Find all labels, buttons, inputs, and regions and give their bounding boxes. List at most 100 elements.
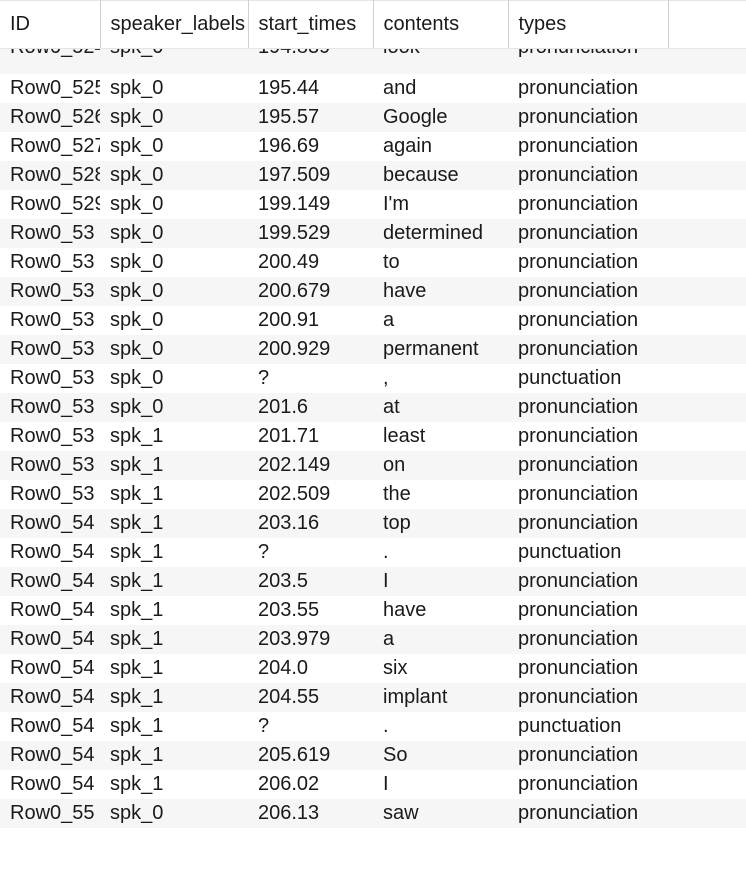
cell-id: Row0_53 (0, 219, 100, 248)
cell-types: pronunciation (508, 248, 668, 277)
cell-types: pronunciation (508, 132, 668, 161)
cell-start_times: 206.13 (248, 799, 373, 828)
table-header: ID speaker_labels start_times contents t… (0, 1, 746, 49)
cell-start_times: 203.55 (248, 596, 373, 625)
cell-types: punctuation (508, 364, 668, 393)
cell-id: Row0_53 (0, 393, 100, 422)
table-row[interactable]: Row0_54spk_1?.punctuation (0, 712, 746, 741)
table-row[interactable]: Row0_53spk_0?,punctuation (0, 364, 746, 393)
cell-start_times: 204.0 (248, 654, 373, 683)
cell-id: Row0_54 (0, 741, 100, 770)
cell-trailing (668, 451, 746, 480)
table-row[interactable]: Row0_55spk_0206.13sawpronunciation (0, 799, 746, 828)
table-row[interactable]: Row0_527spk_0196.69againpronunciation (0, 132, 746, 161)
table-row[interactable]: Row0_54spk_1203.979apronunciation (0, 625, 746, 654)
cell-start_times: 195.44 (248, 74, 373, 103)
cell-id: Row0_54 (0, 509, 100, 538)
table-row[interactable]: Row0_53spk_1202.149onpronunciation (0, 451, 746, 480)
cell-types: pronunciation (508, 161, 668, 190)
table-row[interactable]: Row0_54spk_1?.punctuation (0, 538, 746, 567)
cell-id: Row0_54 (0, 567, 100, 596)
cell-start_times: 203.979 (248, 625, 373, 654)
cell-contents: I (373, 770, 508, 799)
col-header-speaker-labels[interactable]: speaker_labels (100, 1, 248, 49)
table-row[interactable]: Row0_54spk_1206.02Ipronunciation (0, 770, 746, 799)
table-row[interactable]: Row0_53spk_0199.529determinedpronunciati… (0, 219, 746, 248)
cell-types: pronunciation (508, 277, 668, 306)
cell-contents: and (373, 74, 508, 103)
cell-speaker_labels: spk_1 (100, 451, 248, 480)
col-header-start-times[interactable]: start_times (248, 1, 373, 49)
cell-trailing (668, 712, 746, 741)
cell-start_times: 201.6 (248, 393, 373, 422)
cell-types: pronunciation (508, 393, 668, 422)
table-row[interactable]: Row0_53spk_0200.929permanentpronunciatio… (0, 335, 746, 364)
table-row[interactable]: Row0_53spk_0200.91apronunciation (0, 306, 746, 335)
cell-speaker_labels: spk_1 (100, 712, 248, 741)
col-header-types[interactable]: types (508, 1, 668, 49)
cell-trailing (668, 364, 746, 393)
table-row[interactable]: Row0_529spk_0199.149I'mpronunciation (0, 190, 746, 219)
cell-trailing (668, 277, 746, 306)
cell-contents: . (373, 712, 508, 741)
table-row[interactable]: Row0_525spk_0195.44andpronunciation (0, 74, 746, 103)
cell-start_times: ? (248, 364, 373, 393)
table-row[interactable]: Row0_54spk_1203.55havepronunciation (0, 596, 746, 625)
col-header-id[interactable]: ID (0, 1, 100, 49)
table-row[interactable]: Row0_53spk_0200.679havepronunciation (0, 277, 746, 306)
table-row[interactable]: Row0_528spk_0197.509becausepronunciation (0, 161, 746, 190)
table-row[interactable]: Row0_54spk_1203.5Ipronunciation (0, 567, 746, 596)
col-header-trailing[interactable] (668, 1, 746, 49)
cell-contents: I'm (373, 190, 508, 219)
cell-start_times: 206.02 (248, 770, 373, 799)
table-row[interactable]: Row0_53spk_0201.6atpronunciation (0, 393, 746, 422)
cell-types: pronunciation (508, 683, 668, 712)
cell-trailing (668, 741, 746, 770)
table-row[interactable]: Row0_54spk_1204.0sixpronunciation (0, 654, 746, 683)
table-row[interactable]: Row0_53spk_1202.509thepronunciation (0, 480, 746, 509)
table-row[interactable]: Row0_54spk_1203.16toppronunciation (0, 509, 746, 538)
cell-trailing (668, 480, 746, 509)
cell-speaker_labels: spk_1 (100, 596, 248, 625)
table-row[interactable]: Row0_53spk_0200.49topronunciation (0, 248, 746, 277)
cell-trailing (668, 683, 746, 712)
cell-speaker_labels: spk_0 (100, 103, 248, 132)
cell-start_times: 201.71 (248, 422, 373, 451)
cell-start_times: ? (248, 538, 373, 567)
cell-id: Row0_525 (0, 74, 100, 103)
cell-types: pronunciation (508, 306, 668, 335)
cell-start_times: 196.69 (248, 132, 373, 161)
table-row[interactable]: Row0_524spk_0194.839lookpronunciation (0, 49, 746, 75)
cell-types: pronunciation (508, 335, 668, 364)
cell-speaker_labels: spk_0 (100, 219, 248, 248)
data-table[interactable]: ID speaker_labels start_times contents t… (0, 0, 746, 828)
table-row[interactable]: Row0_54spk_1204.55implantpronunciation (0, 683, 746, 712)
cell-id: Row0_53 (0, 277, 100, 306)
cell-start_times: 194.839 (248, 49, 373, 75)
table-row[interactable]: Row0_54spk_1205.619Sopronunciation (0, 741, 746, 770)
cell-id: Row0_529 (0, 190, 100, 219)
cell-id: Row0_54 (0, 625, 100, 654)
cell-speaker_labels: spk_1 (100, 654, 248, 683)
cell-contents: at (373, 393, 508, 422)
cell-speaker_labels: spk_0 (100, 393, 248, 422)
cell-types: punctuation (508, 538, 668, 567)
cell-id: Row0_53 (0, 364, 100, 393)
cell-types: pronunciation (508, 422, 668, 451)
cell-contents: saw (373, 799, 508, 828)
cell-trailing (668, 49, 746, 75)
cell-types: pronunciation (508, 190, 668, 219)
cell-speaker_labels: spk_1 (100, 538, 248, 567)
cell-types: pronunciation (508, 770, 668, 799)
cell-id: Row0_53 (0, 451, 100, 480)
cell-start_times: 202.149 (248, 451, 373, 480)
col-header-contents[interactable]: contents (373, 1, 508, 49)
cell-trailing (668, 422, 746, 451)
cell-trailing (668, 306, 746, 335)
cell-id: Row0_524 (0, 49, 100, 75)
cell-contents: Google (373, 103, 508, 132)
table-row[interactable]: Row0_526spk_0195.57Googlepronunciation (0, 103, 746, 132)
cell-start_times: 199.529 (248, 219, 373, 248)
cell-contents: because (373, 161, 508, 190)
table-row[interactable]: Row0_53spk_1201.71leastpronunciation (0, 422, 746, 451)
